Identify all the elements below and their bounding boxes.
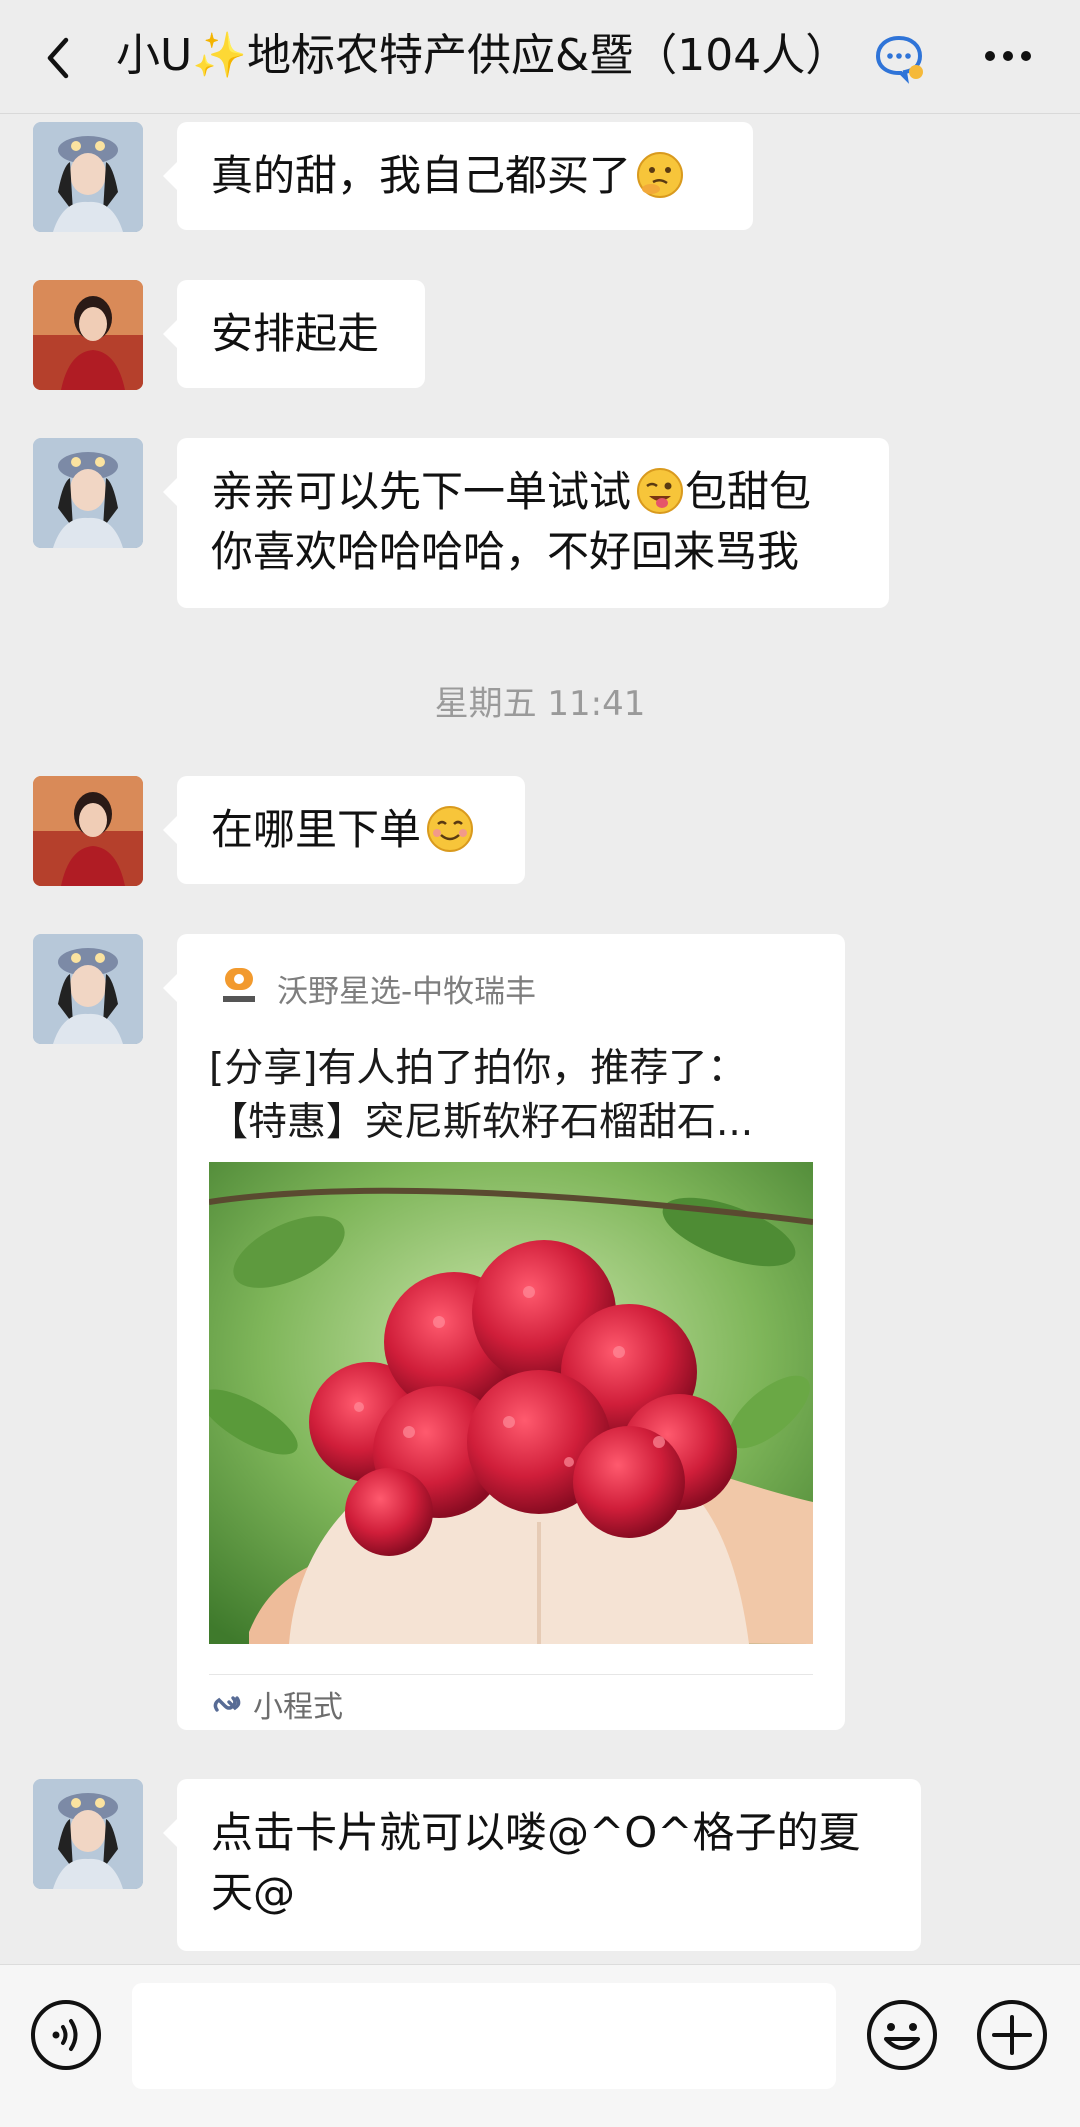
card-source: 沃野星选-中牧瑞丰: [219, 966, 536, 1010]
brand-logo-icon: [223, 968, 255, 1002]
thinking-face-emoji: [637, 152, 684, 198]
chat-header: 小U✨地标农特产供应&暨（104人）: [0, 0, 1080, 114]
avatar[interactable]: [33, 934, 143, 1044]
pomegranate-photo: [209, 1162, 813, 1644]
message-text-line: 点击卡片就可以喽@^O^格子的夏: [211, 1808, 861, 1857]
message-text: 在哪里下单: [211, 800, 491, 860]
card-footer: 小程式: [209, 1682, 343, 1726]
avatar[interactable]: [33, 122, 143, 232]
avatar-image: [33, 438, 143, 548]
avatar[interactable]: [33, 776, 143, 886]
message-bubble[interactable]: 点击卡片就可以喽@^O^格子的夏 天@: [163, 1779, 921, 1951]
message-bubble[interactable]: 真的甜，我自己都买了: [163, 122, 753, 230]
timestamp: 星期五 11:41: [434, 684, 646, 724]
avatar[interactable]: [33, 1779, 143, 1889]
avatar-image: [33, 934, 143, 1044]
avatar[interactable]: [33, 438, 143, 548]
more-dots-icon[interactable]: [980, 28, 1036, 84]
card-source-name: 沃野星选-中牧瑞丰: [277, 973, 537, 1010]
avatar-image: [33, 776, 143, 886]
winking-tongue-emoji: [637, 468, 684, 514]
chat-title: 小U✨地标农特产供应&暨（104人）: [116, 30, 850, 81]
mini-program-card[interactable]: 沃野星选-中牧瑞丰 [分享]有人拍了拍你，推荐了： 【特惠】突尼斯软籽石榴甜石.…: [163, 934, 845, 1730]
message-text: 真的甜，我自己都买了: [211, 146, 719, 206]
avatar[interactable]: [33, 280, 143, 390]
message-input[interactable]: [132, 1983, 836, 2089]
mini-program-icon: [213, 1696, 241, 1712]
chat-input-bar: [0, 1964, 1080, 2127]
card-title: [分享]有人拍了拍你，推荐了： 【特惠】突尼斯软籽石榴甜石...: [209, 1046, 754, 1145]
message-bubble[interactable]: 安排起走: [163, 280, 425, 388]
plus-icon[interactable]: [974, 1997, 1050, 2073]
card-divider: [209, 1674, 813, 1675]
message-text-line: 天@: [211, 1868, 296, 1917]
message-bubble[interactable]: 亲亲可以先下一单试试 包甜包 你喜欢哈哈哈哈，不好回来骂我: [163, 438, 889, 608]
voice-icon[interactable]: [28, 1997, 104, 2073]
card-footer-label: 小程式: [253, 1690, 343, 1725]
avatar-image: [33, 1779, 143, 1889]
message-text-line: 你喜欢哈哈哈哈，不好回来骂我: [211, 527, 800, 576]
message-text-line: 亲亲可以先下一单试试 包甜包: [211, 467, 812, 516]
message-text: 安排起走: [211, 309, 380, 358]
emoji-icon[interactable]: [864, 1997, 940, 2073]
message-bubble[interactable]: 在哪里下单: [163, 776, 525, 884]
avatar-image: [33, 122, 143, 232]
avatar-image: [33, 280, 143, 390]
chevron-left-icon[interactable]: [38, 30, 78, 86]
chat-bubble-icon[interactable]: [872, 28, 926, 84]
smiling-face-emoji: [427, 806, 474, 852]
